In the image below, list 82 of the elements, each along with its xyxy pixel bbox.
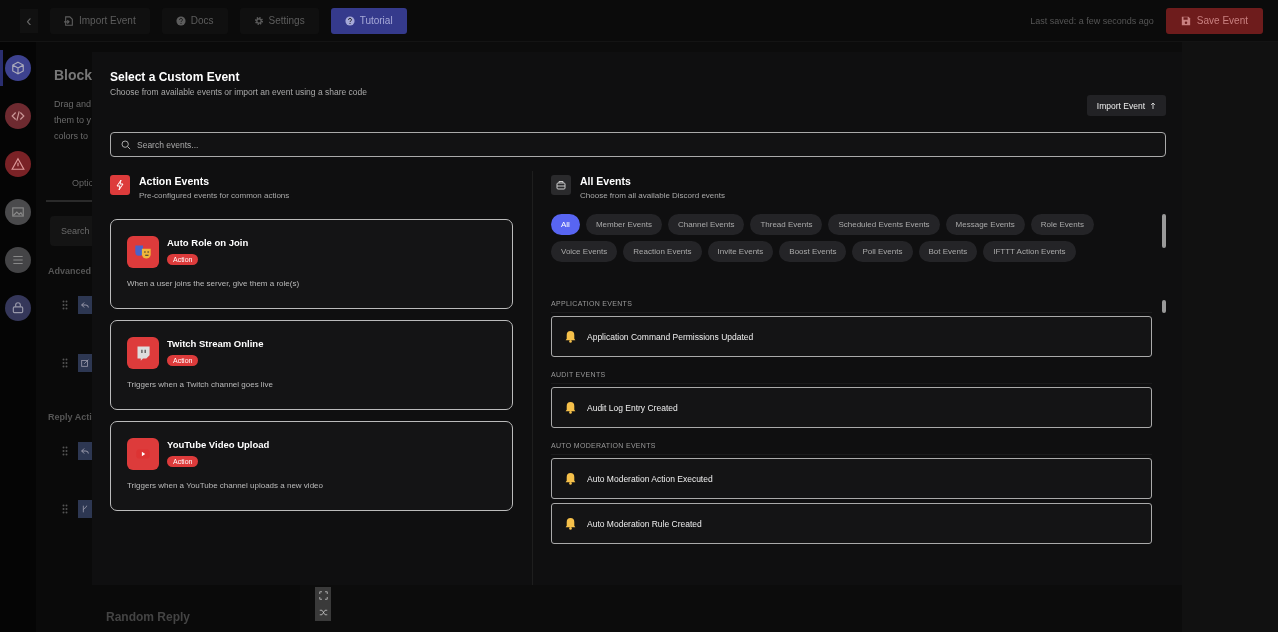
- filter-chip[interactable]: Bot Events: [918, 241, 978, 262]
- filter-chip[interactable]: Voice Events: [551, 241, 618, 262]
- section-title: All Events: [580, 175, 632, 187]
- shuffle-icon[interactable]: [318, 608, 328, 617]
- section-subtitle: Choose from all available Discord events: [580, 191, 725, 200]
- search-icon: [121, 140, 131, 150]
- section-title: Action Events: [139, 175, 210, 187]
- filter-chip[interactable]: Boost Events: [779, 241, 847, 262]
- card-title: Auto Role on Join: [167, 237, 249, 248]
- panel-description: colors to: [54, 130, 88, 143]
- filter-chip[interactable]: Thread Events: [750, 214, 823, 235]
- help-icon: [175, 15, 186, 26]
- cube-icon: [11, 61, 25, 75]
- masks-icon: [127, 236, 159, 268]
- help-icon: [344, 15, 355, 26]
- sidebar-button[interactable]: [5, 295, 31, 321]
- filter-chip[interactable]: Member Events: [585, 214, 662, 235]
- settings-icon: [253, 15, 264, 26]
- panel-description: Drag and: [54, 98, 92, 111]
- filter-chip[interactable]: IFTTT Action Events: [983, 241, 1076, 262]
- play-icon: [127, 438, 159, 470]
- filter-chip[interactable]: Scheduled Events Events: [828, 214, 940, 235]
- card-description: Triggers when a Twitch channel goes live: [127, 380, 274, 389]
- toolbar-tab[interactable]: Tutorial: [330, 7, 407, 34]
- event-row[interactable]: Auto Moderation Action Executed: [551, 458, 1152, 499]
- bell-icon: [564, 472, 577, 485]
- import-event-button[interactable]: Import Event: [1086, 95, 1166, 116]
- event-row[interactable]: Application Command Permissions Updated: [551, 316, 1152, 357]
- card-description: When a user joins the server, give them a role(s): [127, 279, 301, 288]
- block-search-field[interactable]: Search: [50, 216, 92, 246]
- sidebar-button[interactable]: [5, 103, 31, 129]
- fullscreen-icon[interactable]: [318, 591, 328, 600]
- section-label: Reply Acti: [48, 412, 93, 422]
- sidebar-button[interactable]: [5, 247, 31, 273]
- warning-icon: [11, 157, 25, 171]
- reply-icon: [78, 442, 92, 460]
- sidebar-button[interactable]: [5, 55, 31, 81]
- section-subtitle: Pre-configured events for common actions: [139, 191, 290, 200]
- bell-icon: [564, 401, 577, 414]
- save-icon: [1180, 15, 1191, 26]
- drag-handle-icon[interactable]: [62, 504, 68, 514]
- modal-title: Select a Custom Event: [110, 70, 241, 84]
- card-title: YouTube Video Upload: [167, 439, 270, 450]
- edit-icon: [78, 354, 92, 372]
- filter-chip[interactable]: Channel Events: [667, 214, 745, 235]
- section-label: Advanced: [48, 266, 92, 276]
- sidebar-button[interactable]: [5, 151, 31, 177]
- code-icon: [11, 109, 25, 123]
- filter-chip[interactable]: Invite Events: [707, 241, 774, 262]
- event-row[interactable]: Audit Log Entry Created: [551, 387, 1152, 428]
- lightning-icon: [110, 175, 130, 195]
- card-description: Triggers when a YouTube channel uploads a new video: [127, 481, 324, 490]
- list-icon: [11, 253, 25, 267]
- drag-handle-icon[interactable]: [62, 300, 68, 310]
- filter-chip[interactable]: Role Events: [1030, 214, 1094, 235]
- reply-icon: [78, 296, 92, 314]
- inbox-icon: [551, 175, 571, 195]
- modal-subtitle: Choose from available events or import an event using a share code: [110, 87, 368, 97]
- search-field[interactable]: Search events...: [110, 132, 1166, 157]
- chat-bubble-icon: [127, 337, 159, 369]
- sidebar-button[interactable]: [5, 199, 31, 225]
- filter-chip[interactable]: All: [551, 214, 580, 235]
- arrow-up-icon: [1150, 101, 1156, 110]
- bell-icon: [564, 330, 577, 343]
- event-row[interactable]: Auto Moderation Rule Created: [551, 503, 1152, 544]
- panel-description: them to y: [54, 114, 91, 127]
- filter-chip[interactable]: Poll Events: [852, 241, 913, 262]
- drag-handle-icon[interactable]: [62, 446, 68, 456]
- import-icon: [64, 15, 74, 26]
- bell-icon: [564, 517, 577, 530]
- block-title: Random Reply: [106, 610, 190, 624]
- panel-title: Block: [54, 67, 93, 83]
- branch-icon: [78, 500, 92, 518]
- filter-chip[interactable]: Message Events: [945, 214, 1025, 235]
- filter-chip[interactable]: Reaction Events: [623, 241, 702, 262]
- card-title: Twitch Stream Online: [167, 338, 264, 349]
- last-saved-text: Last saved: a few seconds ago: [1030, 15, 1154, 26]
- image-icon: [11, 205, 25, 219]
- save-button[interactable]: Save Event: [1165, 7, 1263, 34]
- scrollbar-thumb[interactable]: [1162, 300, 1166, 313]
- scrollbar-thumb[interactable]: [1162, 214, 1166, 248]
- drag-handle-icon[interactable]: [62, 358, 68, 368]
